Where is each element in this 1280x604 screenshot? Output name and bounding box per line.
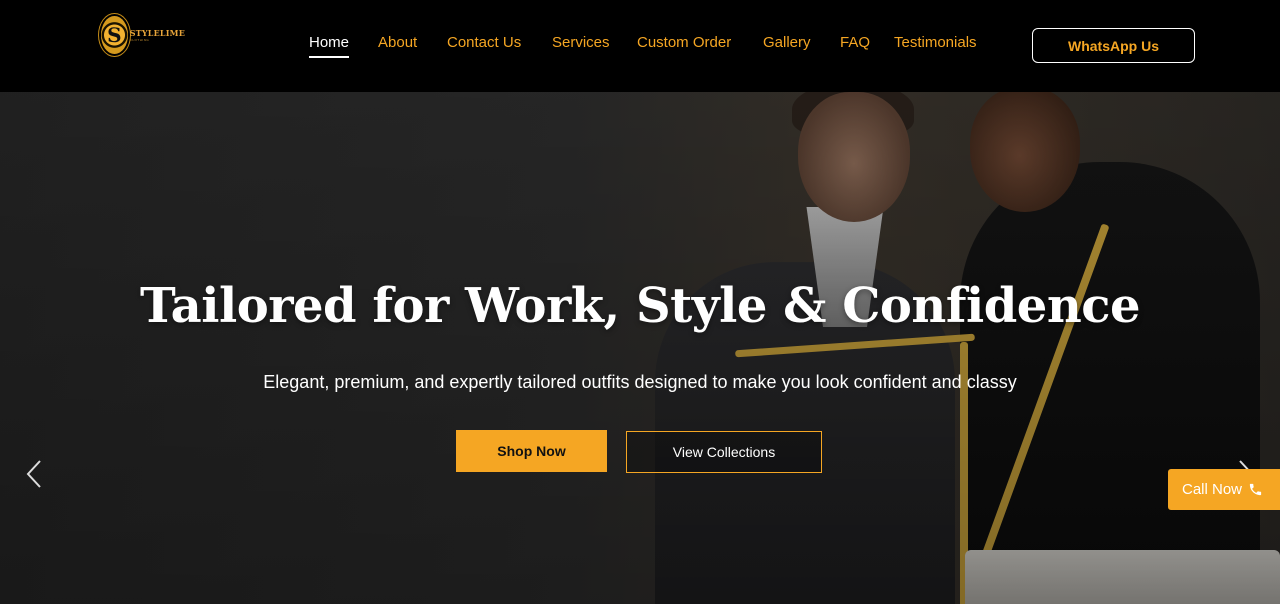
logo-badge-icon: S — [101, 16, 128, 54]
nav-services[interactable]: Services — [552, 34, 610, 51]
view-collections-button[interactable]: View Collections — [626, 431, 822, 473]
nav-contact-us[interactable]: Contact Us — [447, 34, 521, 51]
site-header: S STYLELIME CLOTHING Home About Contact … — [0, 0, 1280, 92]
hero-subtitle: Elegant, premium, and expertly tailored … — [263, 372, 1017, 392]
call-now-button[interactable]: Call Now — [1168, 469, 1280, 510]
nav-about[interactable]: About — [378, 34, 417, 51]
phone-icon — [1248, 482, 1263, 497]
nav-custom-order[interactable]: Custom Order — [637, 34, 731, 51]
hero-title: Tailored for Work, Style & Confidence — [140, 278, 1140, 334]
hero-section: Tailored for Work, Style & Confidence El… — [0, 92, 1280, 604]
chevron-left-icon[interactable] — [24, 458, 46, 490]
nav-gallery[interactable]: Gallery — [763, 34, 811, 51]
shop-now-button[interactable]: Shop Now — [456, 430, 607, 472]
brand-subtitle: CLOTHING — [129, 37, 150, 42]
nav-faq[interactable]: FAQ — [840, 34, 870, 51]
nav-testimonials[interactable]: Testimonials — [894, 34, 977, 51]
whatsapp-button[interactable]: WhatsApp Us — [1032, 28, 1195, 63]
brand-name: STYLELIME — [129, 27, 185, 38]
brand-logo[interactable]: S STYLELIME CLOTHING — [101, 16, 185, 54]
call-now-label: Call Now — [1182, 481, 1243, 498]
nav-home[interactable]: Home — [309, 34, 350, 58]
